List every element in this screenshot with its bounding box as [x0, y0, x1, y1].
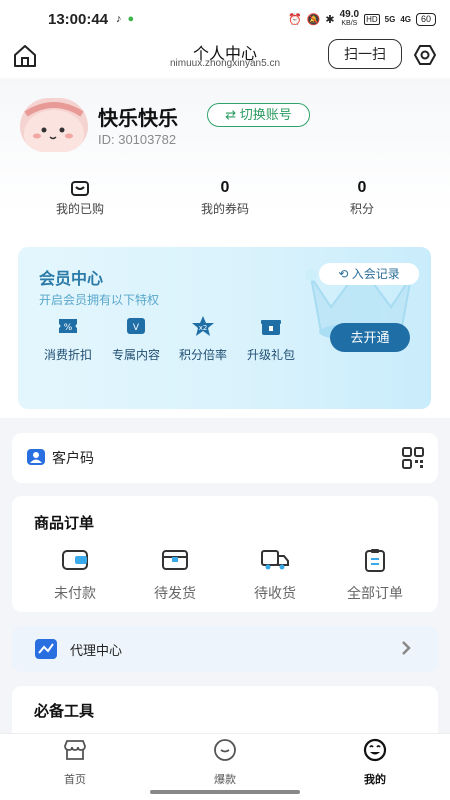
wallet-icon [62, 550, 88, 570]
agent-center-label: 代理中心 [70, 643, 123, 658]
chevron-right-icon [402, 641, 411, 655]
stat-label: 我的券码 [200, 202, 249, 216]
signal-4g: 4G [400, 14, 411, 24]
clipboard-icon [365, 549, 385, 572]
perk-gift[interactable]: 升级礼包 [236, 315, 306, 363]
tab-home[interactable]: 首页 [35, 738, 115, 787]
truck-icon [261, 550, 289, 570]
order-label: 未付款 [54, 585, 96, 601]
svg-text:V: V [133, 323, 140, 333]
avatar-face-icon [24, 102, 84, 152]
stat-value: 0 [220, 179, 230, 196]
profile-face-icon [363, 738, 387, 762]
header: 个人中心 nimuux.zhongxinyan5.cn 扫一扫 [0, 38, 450, 78]
gear-icon[interactable] [412, 42, 438, 68]
tab-mine[interactable]: 我的 [335, 738, 415, 787]
tab-hot[interactable]: 爆款 [185, 738, 265, 787]
stat-points[interactable]: 0 积分 [302, 178, 422, 217]
home-indicator [150, 790, 300, 794]
discount-icon: % [59, 319, 77, 333]
tab-label: 我的 [364, 774, 386, 786]
username: 快乐快乐 [98, 108, 178, 130]
points-multiplier-icon: x2 [192, 316, 214, 336]
svg-text:%: % [64, 323, 73, 333]
stat-label: 积分 [349, 202, 374, 216]
perk-discount[interactable]: % 消费折扣 [33, 315, 103, 363]
order-label: 待发货 [154, 585, 196, 601]
orders-title: 商品订单 [34, 515, 95, 532]
stat-label: 我的已购 [55, 202, 104, 216]
order-to-ship[interactable]: 待发货 [130, 548, 220, 603]
battery-indicator: 60 [415, 12, 436, 26]
user-id: ID: 30103782 [98, 132, 177, 147]
order-label: 待收货 [254, 585, 296, 601]
hot-icon [214, 739, 236, 761]
status-time: 13:00:44 [48, 10, 109, 28]
order-label: 全部订单 [347, 585, 403, 601]
stat-coupons[interactable]: 0 我的券码 [165, 178, 285, 217]
signal-5g: 5G [384, 14, 396, 24]
status-bar: 13:00:44 ♪ ● ⏰ 🔕 ✱ 49.0 KB/S HD 5G 4G 60 [0, 0, 450, 38]
svg-text:x2: x2 [199, 324, 208, 332]
tab-label: 爆款 [214, 774, 236, 786]
avatar[interactable] [20, 98, 88, 152]
order-to-receive[interactable]: 待收货 [230, 548, 320, 603]
stats-row: 我的已购 0 我的券码 0 积分 [0, 178, 450, 218]
customer-code-card[interactable]: 客户码 [12, 433, 438, 483]
tiktok-icon: ♪ [116, 13, 122, 25]
qr-code-icon[interactable] [402, 447, 424, 469]
tools-title: 必备工具 [34, 703, 95, 720]
net-speed-unit: KB/S [341, 20, 358, 27]
vip-card[interactable]: 会员中心 开启会员拥有以下特权 ⟲ 入会记录 % 消费折扣 V 专属内容 x2 … [18, 247, 431, 409]
store-icon [64, 740, 86, 760]
bluetooth-icon: ✱ [325, 13, 335, 26]
agent-center-row[interactable]: 代理中心 [12, 626, 438, 672]
wechat-icon: ● [127, 13, 135, 25]
perk-points[interactable]: x2 积分倍率 [168, 315, 238, 363]
history-icon: ⟲ [338, 267, 349, 281]
gift-icon [261, 320, 281, 335]
package-icon [162, 550, 188, 570]
perk-exclusive[interactable]: V 专属内容 [101, 315, 171, 363]
perk-label: 积分倍率 [178, 348, 227, 362]
exclusive-icon: V [127, 318, 145, 334]
vip-title: 会员中心 [39, 271, 104, 288]
membership-record-label: 入会记录 [351, 267, 400, 281]
scan-button[interactable]: 扫一扫 [328, 39, 402, 69]
hd-badge: HD [364, 13, 380, 25]
switch-account-button[interactable]: ⇄ 切换账号 [207, 103, 310, 127]
vip-subtitle: 开启会员拥有以下特权 [39, 293, 160, 307]
stat-value: 0 [357, 179, 367, 196]
customer-code-label: 客户码 [52, 450, 94, 466]
customer-code-icon [27, 449, 45, 465]
agent-chart-icon [35, 639, 57, 659]
switch-account-label: 切换账号 [239, 107, 292, 122]
tab-label: 首页 [64, 774, 86, 786]
bag-icon [71, 181, 89, 196]
alarm-icon: ⏰ [287, 13, 302, 26]
order-all[interactable]: 全部订单 [330, 548, 420, 603]
perk-label: 专属内容 [111, 348, 160, 362]
activate-membership-button[interactable]: 去开通 [330, 323, 410, 352]
stat-purchased[interactable]: 我的已购 [20, 178, 140, 217]
perk-label: 升级礼包 [246, 348, 295, 362]
swap-icon: ⇄ [225, 107, 237, 122]
net-speed: 49.0 [339, 9, 360, 20]
membership-record-button[interactable]: ⟲ 入会记录 [319, 263, 419, 285]
mute-icon: 🔕 [306, 13, 321, 26]
perk-label: 消费折扣 [43, 348, 92, 362]
orders-card: 商品订单 未付款 待发货 待收货 全部订单 [12, 496, 438, 612]
order-unpaid[interactable]: 未付款 [30, 548, 120, 603]
